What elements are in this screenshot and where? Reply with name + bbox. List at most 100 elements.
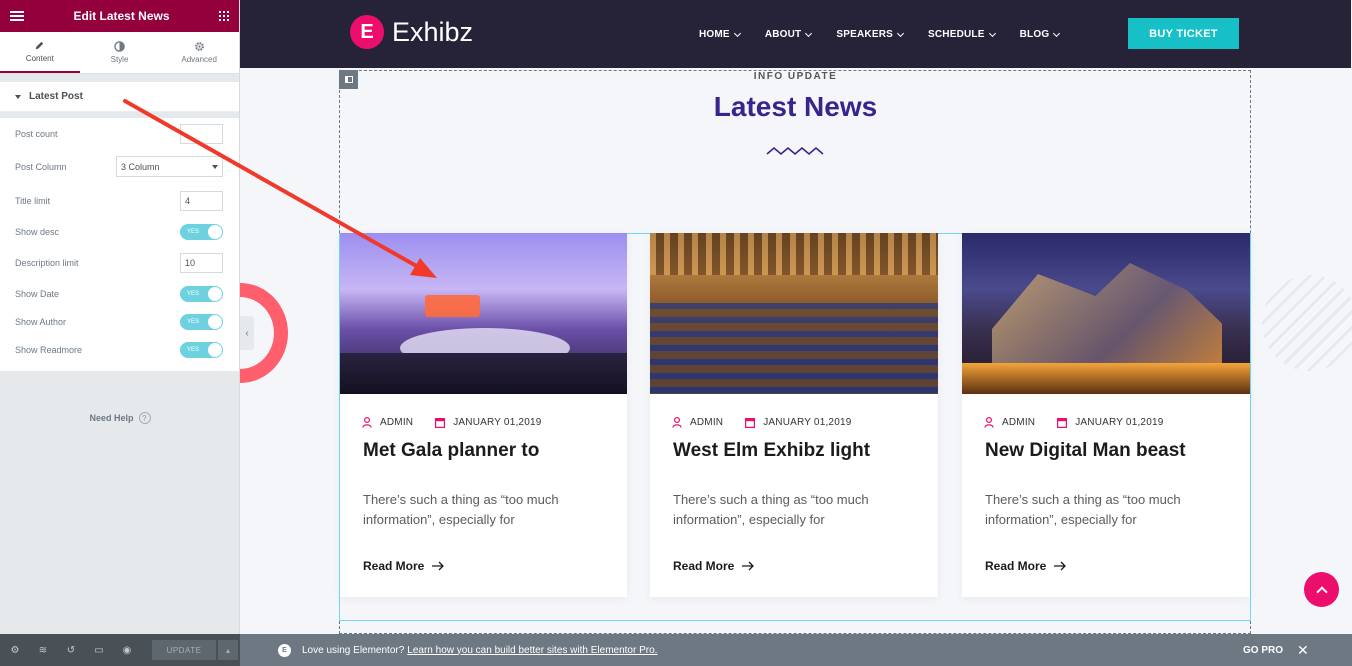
scroll-to-top-button[interactable] (1304, 572, 1339, 607)
read-more-link[interactable]: Read More (985, 559, 1067, 573)
post-title[interactable]: Met Gala planner to (363, 440, 539, 462)
tab-style-label: Style (110, 55, 129, 64)
section-latest-post[interactable]: Latest Post (0, 82, 239, 112)
read-more-link[interactable]: Read More (363, 559, 445, 573)
chevron-down-icon (733, 29, 741, 37)
tab-advanced[interactable]: Advanced (159, 32, 239, 73)
post-excerpt: There’s such a thing as “too much inform… (363, 492, 559, 527)
read-more-label: Read More (673, 559, 735, 573)
responsive-desktop-icon[interactable]: ▭ (92, 645, 106, 656)
control-post-count: Post count (0, 118, 239, 149)
panel-footer: ⚙ ≋ ↺ ▭ ◉ UPDATE ▴ (0, 634, 240, 666)
hall-ceiling (650, 233, 938, 275)
widgets-grid-icon[interactable] (219, 11, 229, 21)
post-author[interactable]: ADMIN (380, 417, 413, 428)
post-title[interactable]: New Digital Man beast (985, 440, 1186, 462)
show-date-label: Show Date (15, 288, 60, 299)
hamburger-menu-icon[interactable] (10, 11, 24, 21)
toggle-knob (208, 315, 222, 329)
update-options-icon[interactable]: ▴ (218, 640, 238, 660)
main-menu: HOME ABOUT SPEAKERS SCHEDULE BLOG (699, 29, 1061, 40)
chevron-down-icon (896, 29, 905, 37)
post-meta: ADMIN JANUARY 01,2019 (362, 417, 541, 428)
post-excerpt: There’s such a thing as “too much inform… (985, 492, 1181, 527)
news-card: ADMIN JANUARY 01,2019 New Digital Man be… (962, 233, 1250, 597)
menu-item-home[interactable]: HOME (699, 29, 741, 40)
show-author-label: Show Author (15, 317, 67, 327)
logo-mark: E (350, 15, 384, 49)
menu-item-speakers[interactable]: SPEAKERS (836, 29, 905, 40)
post-date[interactable]: JANUARY 01,2019 (1075, 417, 1163, 428)
history-icon[interactable]: ↺ (64, 645, 78, 656)
buy-ticket-button[interactable]: BUY TICKET (1128, 18, 1239, 49)
read-more-link[interactable]: Read More (673, 559, 755, 573)
show-readmore-toggle[interactable]: YES (180, 342, 223, 358)
chevron-down-icon (805, 29, 813, 37)
settings-gear-icon[interactable]: ⚙ (8, 645, 22, 656)
tab-style[interactable]: Style (80, 32, 160, 73)
menu-item-schedule[interactable]: SCHEDULE (928, 29, 996, 40)
control-show-author: Show Author YES (0, 309, 239, 335)
show-author-toggle[interactable]: YES (180, 314, 223, 330)
chevron-down-icon (988, 29, 996, 37)
chevron-down-icon (1053, 29, 1061, 37)
building-curves (992, 263, 1222, 373)
tab-content[interactable]: Content (0, 32, 80, 73)
post-count-input[interactable] (180, 123, 223, 144)
control-show-readmore: Show Readmore YES (0, 335, 239, 365)
toggle-yes-text: YES (187, 228, 200, 235)
post-date[interactable]: JANUARY 01,2019 (763, 417, 851, 428)
site-preview: E Exhibz HOME ABOUT SPEAKERS SCHEDULE BL… (240, 0, 1352, 634)
toggle-knob (208, 343, 222, 357)
calendar-icon (1057, 418, 1068, 428)
post-meta: ADMIN JANUARY 01,2019 (672, 417, 851, 428)
panel-tabs: Content Style Advanced (0, 32, 239, 74)
show-date-toggle[interactable]: YES (180, 285, 223, 302)
contrast-icon (114, 41, 125, 52)
user-icon (672, 417, 682, 428)
update-button[interactable]: UPDATE (152, 640, 216, 660)
post-meta: ADMIN JANUARY 01,2019 (984, 417, 1163, 428)
show-desc-toggle[interactable]: YES (180, 223, 223, 240)
control-show-desc: Show desc YES (0, 216, 239, 247)
menu-item-blog[interactable]: BLOG (1020, 29, 1061, 40)
toggle-yes-text: YES (187, 347, 200, 353)
menu-item-about[interactable]: ABOUT (765, 29, 813, 40)
tab-content-label: Content (25, 54, 54, 63)
close-icon[interactable]: ✕ (1297, 642, 1309, 659)
site-logo[interactable]: E Exhibz (350, 15, 473, 49)
navigator-layers-icon[interactable]: ≋ (36, 645, 50, 656)
control-description-limit: Description limit (0, 247, 239, 278)
show-desc-label: Show desc (15, 226, 60, 237)
stage-sign (425, 295, 480, 317)
news-image-conference[interactable] (650, 233, 938, 394)
title-limit-input[interactable] (180, 190, 223, 211)
news-image-stage[interactable] (340, 233, 627, 394)
post-author[interactable]: ADMIN (690, 417, 723, 428)
pencil-icon (36, 41, 44, 50)
go-pro-link[interactable]: GO PRO (1243, 645, 1283, 656)
need-help-link[interactable]: Need Help ? (0, 412, 240, 424)
help-question-icon: ? (138, 412, 151, 424)
post-count-label: Post count (15, 128, 58, 139)
post-excerpt: There’s such a thing as “too much inform… (673, 492, 869, 527)
delegate-rows (650, 303, 938, 394)
post-column-label: Post Column (15, 161, 67, 172)
description-limit-input[interactable] (180, 252, 223, 273)
post-column-select[interactable]: 3 Column (116, 156, 223, 177)
control-post-column: Post Column 3 Column (0, 151, 239, 182)
post-date[interactable]: JANUARY 01,2019 (453, 417, 541, 428)
post-author[interactable]: ADMIN (1002, 417, 1035, 428)
toggle-knob (208, 224, 222, 239)
site-header: E Exhibz HOME ABOUT SPEAKERS SCHEDULE BL… (240, 0, 1351, 68)
post-title[interactable]: West Elm Exhibz light (673, 440, 870, 462)
dropdown-arrow-icon (212, 164, 218, 169)
tab-advanced-label: Advanced (181, 55, 217, 64)
elementor-logo-icon: E (278, 643, 291, 657)
building-lights (962, 363, 1250, 394)
preview-eye-icon[interactable]: ◉ (120, 645, 134, 656)
menu-label: SPEAKERS (836, 29, 893, 40)
collapse-panel-icon[interactable]: ‹ (240, 316, 254, 350)
news-image-concert-hall[interactable] (962, 233, 1250, 394)
notice-link[interactable]: Learn how you can build better sites wit… (407, 645, 657, 656)
